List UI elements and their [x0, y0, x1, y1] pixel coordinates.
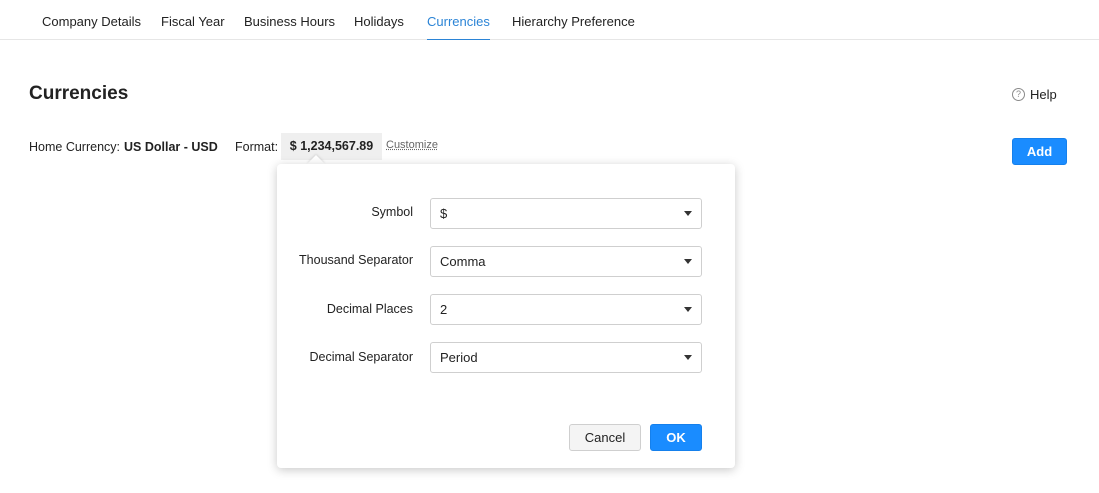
format-popover: Symbol $ Thousand Separator Comma Decima… [277, 164, 735, 468]
symbol-select-value: $ [440, 206, 448, 221]
tab-holidays[interactable]: Holidays [354, 0, 404, 40]
tab-fiscal-year[interactable]: Fiscal Year [161, 0, 225, 40]
symbol-label: Symbol [371, 205, 413, 219]
help-label: Help [1030, 86, 1057, 102]
cancel-button[interactable]: Cancel [569, 424, 641, 451]
decimal-separator-select-value: Period [440, 350, 478, 365]
decimal-places-label: Decimal Places [326, 302, 413, 316]
ok-button[interactable]: OK [650, 424, 702, 451]
add-currency-button[interactable]: Add [1012, 138, 1067, 165]
home-currency-value: US Dollar - USD [124, 140, 218, 154]
page-title: Currencies [29, 83, 129, 104]
decimal-separator-select[interactable]: Period [430, 342, 702, 373]
tab-company-details[interactable]: Company Details [42, 0, 141, 40]
format-value: $ 1,234,567.89 [281, 133, 382, 160]
question-circle-icon: ? [1012, 87, 1025, 101]
tab-hierarchy-preference[interactable]: Hierarchy Preference [512, 0, 635, 40]
chevron-down-icon [684, 211, 692, 216]
settings-tabs: Company Details Fiscal Year Business Hou… [0, 0, 1099, 40]
decimal-places-select-value: 2 [440, 302, 448, 317]
format-label: Format: [235, 140, 279, 154]
thousand-separator-select[interactable]: Comma [430, 246, 702, 277]
thousand-separator-label: Thousand Separator [299, 253, 413, 267]
chevron-down-icon [684, 355, 692, 360]
tab-currencies[interactable]: Currencies [427, 0, 490, 40]
symbol-select[interactable]: $ [430, 198, 702, 229]
decimal-places-select[interactable]: 2 [430, 294, 702, 325]
home-currency-label: Home Currency: [29, 140, 120, 154]
home-currency-row: Home Currency: US Dollar - USD [29, 137, 218, 157]
chevron-down-icon [684, 307, 692, 312]
customize-link[interactable]: Customize [386, 139, 438, 151]
popover-arrow [307, 155, 325, 164]
chevron-down-icon [684, 259, 692, 264]
tab-business-hours[interactable]: Business Hours [244, 0, 335, 40]
decimal-separator-label: Decimal Separator [309, 350, 413, 364]
thousand-separator-select-value: Comma [440, 254, 486, 269]
help-link[interactable]: ? Help [1012, 86, 1057, 102]
